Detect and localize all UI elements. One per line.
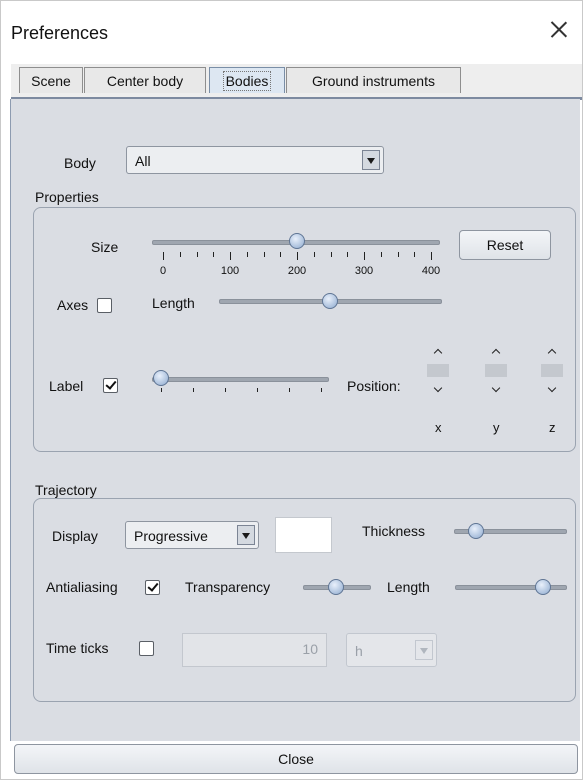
close-button[interactable]: Close [14,744,578,774]
label-slider-knob[interactable] [153,370,169,386]
position-x-spinner[interactable] [427,343,449,399]
body-select[interactable]: All [126,146,384,174]
title-bar: Preferences [1,1,582,63]
chevron-down-icon[interactable] [237,525,255,545]
size-slider-tick [397,252,399,257]
transparency-slider-knob[interactable] [328,579,344,595]
position-y-field[interactable] [485,364,507,377]
size-slider-tick [179,252,181,257]
time-ticks-checkbox[interactable] [139,641,154,656]
size-slider-tick [431,252,432,260]
label-label: Label [49,378,84,394]
reset-button[interactable]: Reset [459,230,551,260]
display-label: Display [52,528,98,544]
time-ticks-unit-select[interactable]: h [346,633,437,667]
size-tick-label: 0 [159,265,167,277]
time-ticks-value: 10 [302,641,318,657]
size-tick-label: 300 [354,265,374,277]
size-slider-tick [347,252,349,257]
chevron-down-icon[interactable] [362,150,380,170]
size-slider-tick [263,252,265,257]
axes-length-label: Length [152,295,195,311]
chevron-up-icon[interactable] [541,343,563,361]
position-x-field[interactable] [427,364,449,377]
time-ticks-unit-value: h [355,643,363,659]
label-slider-tick [225,388,226,392]
size-tick-label: 200 [287,265,307,277]
display-select[interactable]: Progressive [125,521,259,549]
size-slider-tick [364,252,365,260]
chevron-down-icon[interactable] [415,640,433,660]
close-icon[interactable] [546,17,572,43]
size-slider-tick [230,252,231,260]
tab-center-body[interactable]: Center body [84,67,206,93]
size-slider-tick [313,252,315,257]
size-slider-tick [297,252,298,260]
properties-title: Properties [35,189,99,205]
chevron-up-icon[interactable] [427,343,449,361]
antialiasing-checkbox[interactable] [145,580,160,595]
transparency-label: Transparency [185,579,271,595]
size-slider-tick [414,252,416,257]
tab-scene[interactable]: Scene [19,67,83,93]
chevron-down-icon[interactable] [541,381,563,399]
size-tick-label: 100 [220,265,240,277]
tab-bar: Scene Center body Bodies Ground instrume… [11,64,582,97]
tab-bodies[interactable]: Bodies [209,67,285,93]
position-label: Position: [347,378,401,394]
position-z-spinner[interactable] [541,343,563,399]
antialiasing-label: Antialiasing [46,579,118,595]
size-slider-tick [330,252,332,257]
label-slider-tick [257,388,258,392]
axes-label: Axes [57,297,89,313]
trajectory-length-slider-knob[interactable] [534,579,551,595]
window-title: Preferences [11,23,109,43]
label-checkbox[interactable] [103,378,118,393]
size-slider-tick [380,252,382,257]
label-slider-tick [289,388,290,392]
label-slider-track[interactable] [152,377,329,382]
axes-checkbox[interactable] [97,298,112,313]
position-z-field[interactable] [541,364,563,377]
trajectory-color-swatch[interactable] [275,517,332,553]
size-slider-tick [213,252,215,257]
chevron-up-icon[interactable] [485,343,507,361]
size-tick-label: 400 [421,265,441,277]
time-ticks-label: Time ticks [46,640,109,656]
chevron-down-icon[interactable] [485,381,507,399]
position-z-axis-label: z [549,420,556,435]
display-select-value: Progressive [134,528,208,544]
size-slider-tick [163,252,164,260]
chevron-down-icon[interactable] [427,381,449,399]
label-slider-tick [321,388,322,392]
trajectory-title: Trajectory [35,482,97,498]
bodies-panel: Body All Properties Size 0 100 200 300 400 R… [10,99,580,741]
tab-ground-instruments[interactable]: Ground instruments [286,67,461,93]
position-y-axis-label: y [493,420,500,435]
position-x-axis-label: x [435,420,442,435]
time-ticks-value-field[interactable]: 10 [182,633,327,667]
size-label: Size [91,239,119,255]
size-slider-knob[interactable] [289,233,305,249]
size-slider-tick [196,252,198,257]
thickness-label: Thickness [362,523,426,539]
body-label: Body [64,155,96,171]
label-slider-tick [161,388,162,392]
body-select-value: All [135,153,151,169]
label-slider-tick [193,388,194,392]
size-slider-tick [246,252,248,257]
position-y-spinner[interactable] [485,343,507,399]
size-slider-tick [280,252,282,257]
trajectory-length-label: Length [387,579,430,595]
axes-length-slider-knob[interactable] [322,293,338,309]
